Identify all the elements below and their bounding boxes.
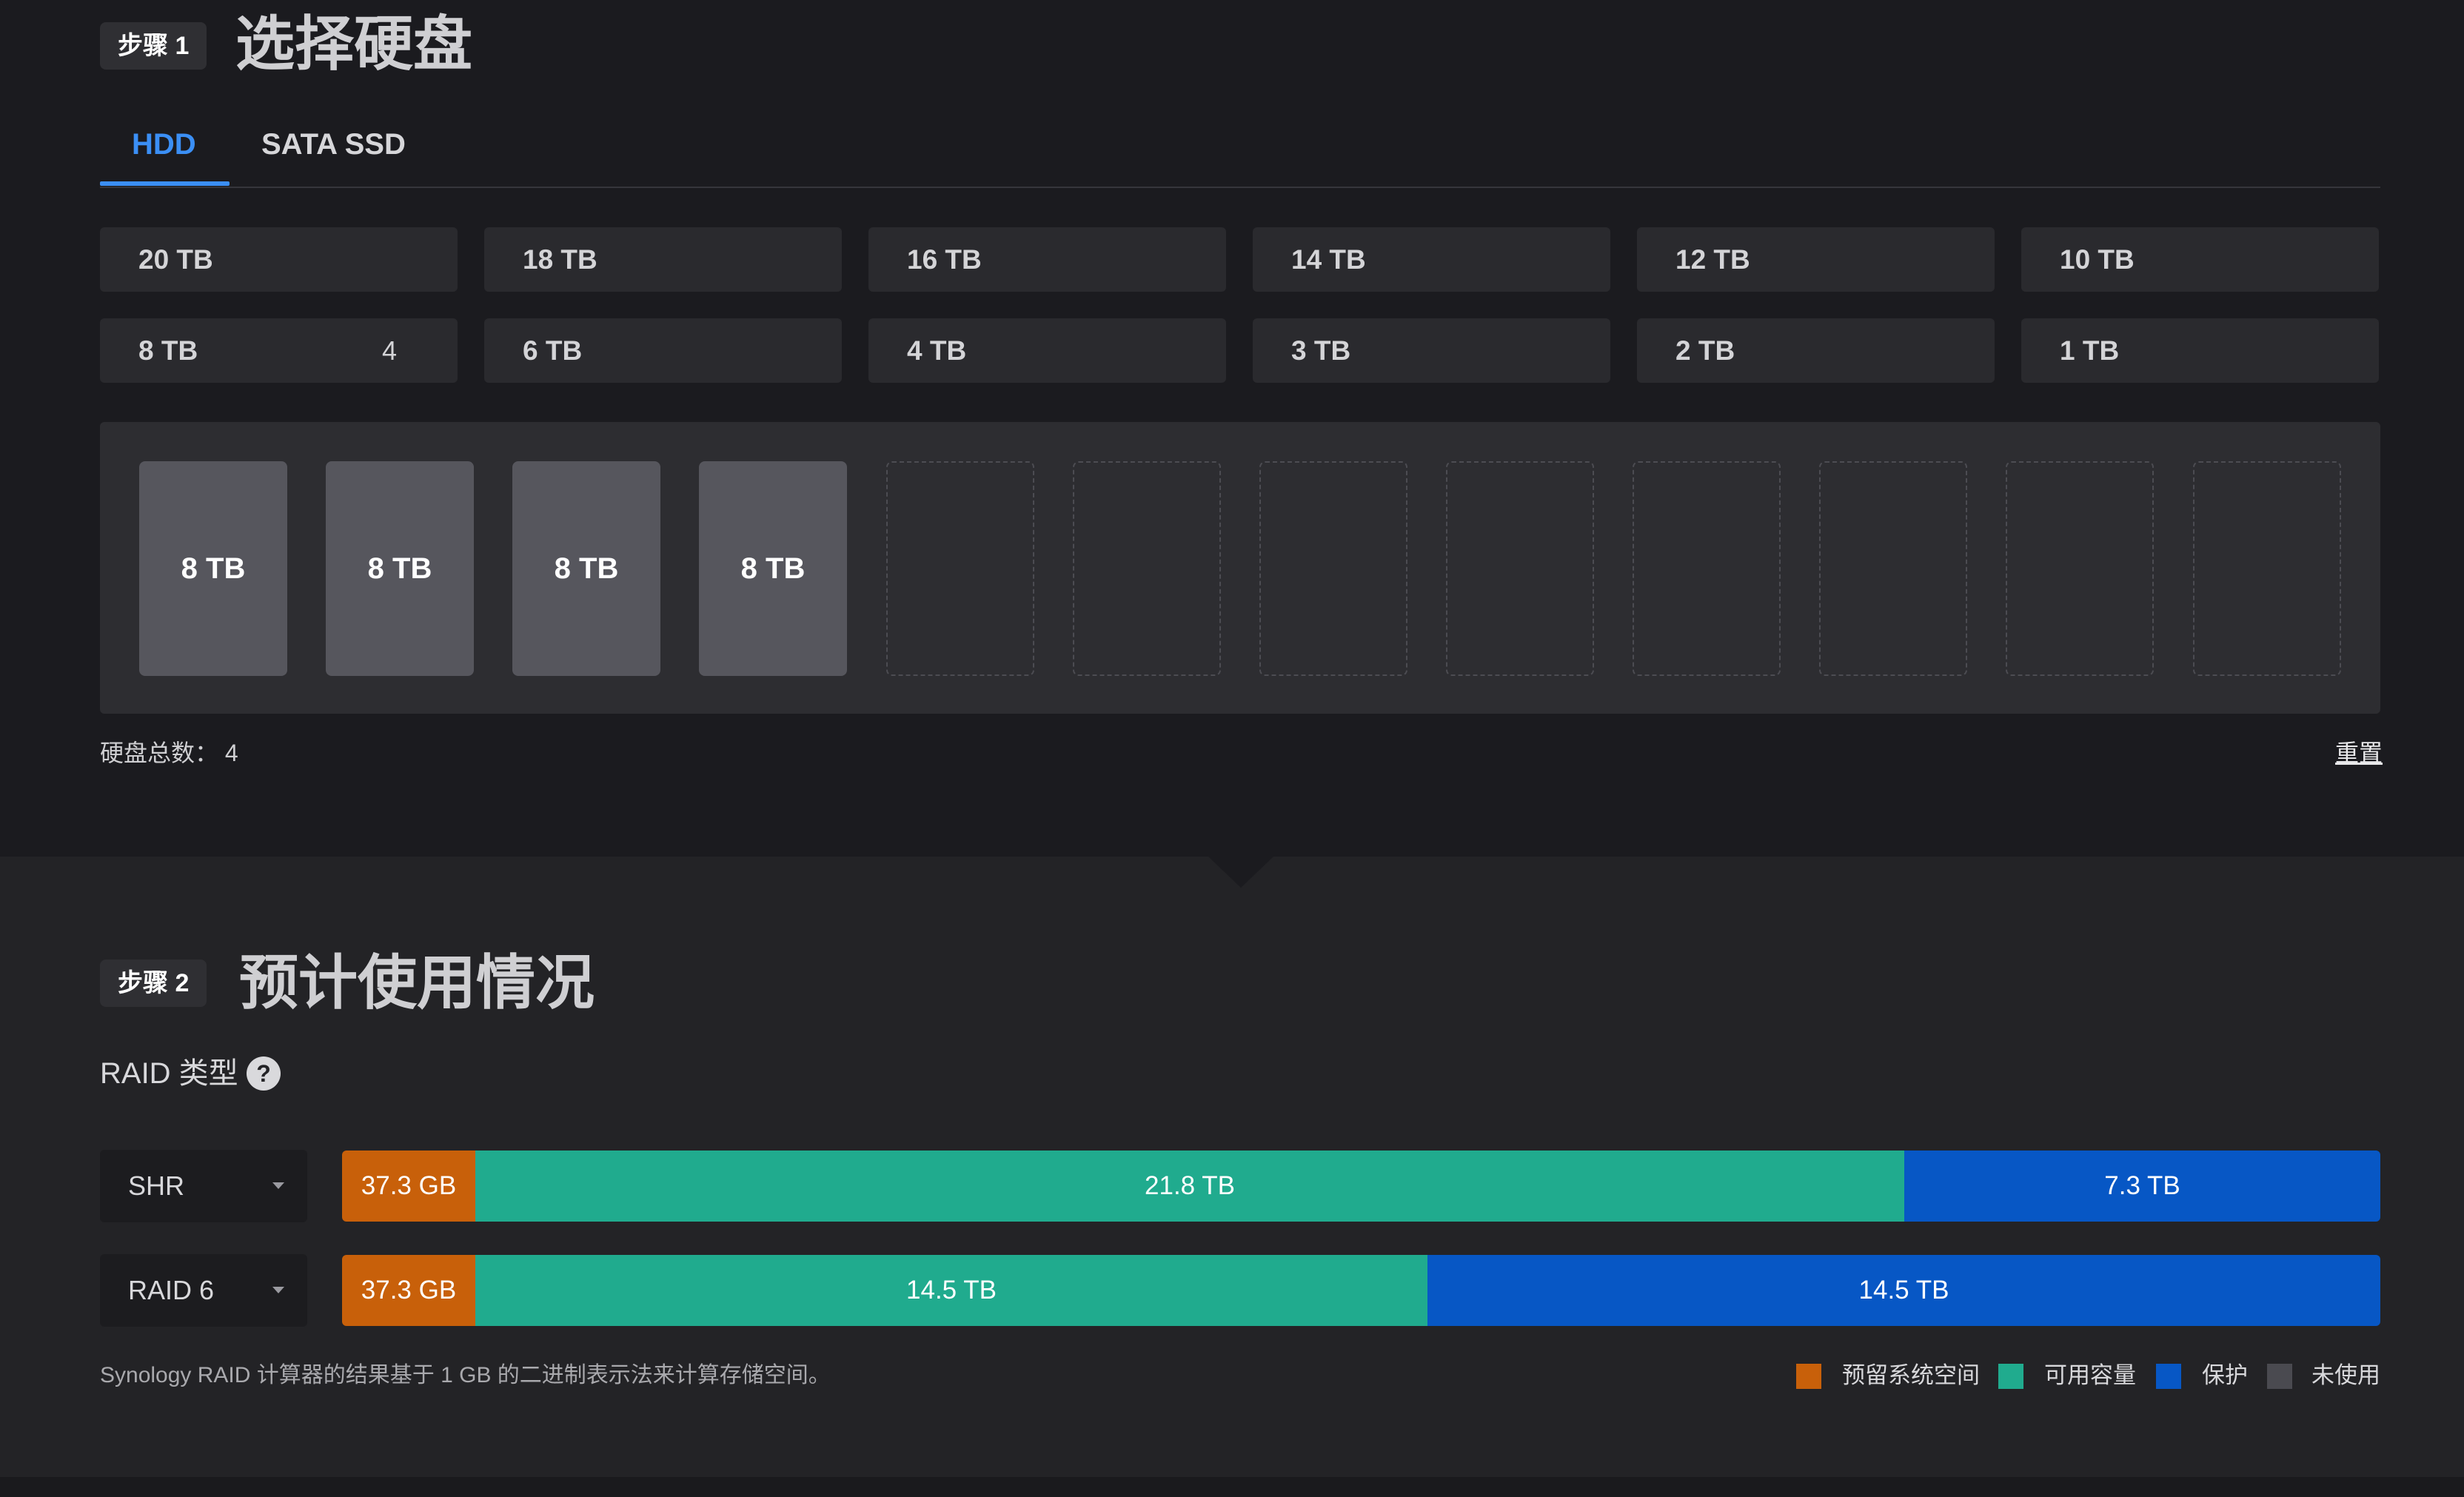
select-value: SHR <box>128 1171 185 1201</box>
drive-bay-empty <box>1073 461 1221 676</box>
available-capacity-segment: 14.5 TB <box>475 1255 1427 1326</box>
legend-label-available: 可用容量 <box>2044 1362 2136 1388</box>
drive-bay-panel: 8 TB 8 TB 8 TB 8 TB <box>100 422 2380 714</box>
active-tab-indicator <box>100 181 230 186</box>
capacity-label: 6 TB <box>523 335 583 366</box>
capacity-button-6tb[interactable]: 6 TB <box>484 318 842 383</box>
capacity-button-20tb[interactable]: 20 TB <box>100 227 458 292</box>
legend-swatch-available <box>1998 1364 2023 1389</box>
protection-segment: 14.5 TB <box>1427 1255 2380 1326</box>
usage-bar-raid6: 37.3 GB 14.5 TB 14.5 TB <box>342 1255 2380 1326</box>
capacity-count: 4 <box>381 335 397 366</box>
section-arrow <box>1208 857 1273 888</box>
raid-type-select-raid6[interactable]: RAID 6 <box>100 1254 307 1327</box>
capacity-button-2tb[interactable]: 2 TB <box>1637 318 1995 383</box>
capacity-label: 20 TB <box>138 244 213 275</box>
capacity-button-12tb[interactable]: 12 TB <box>1637 227 1995 292</box>
tab-sata-ssd[interactable]: SATA SSD <box>261 118 406 170</box>
tab-hdd[interactable]: HDD <box>132 118 196 170</box>
legend-label-system: 预留系统空间 <box>1842 1362 1980 1388</box>
capacity-label: 18 TB <box>523 244 597 275</box>
step2-badge: 步骤 2 <box>100 960 207 1007</box>
bay-capacity: 8 TB <box>554 552 619 585</box>
tab-divider <box>100 187 2380 188</box>
capacity-label: 4 TB <box>907 335 967 366</box>
drive-bay-filled[interactable]: 8 TB <box>699 461 847 676</box>
capacity-button-16tb[interactable]: 16 TB <box>868 227 1226 292</box>
drive-bay-empty <box>1446 461 1594 676</box>
protection-segment: 7.3 TB <box>1904 1151 2380 1222</box>
drive-bay-filled[interactable]: 8 TB <box>139 461 287 676</box>
capacity-label: 14 TB <box>1291 244 1366 275</box>
help-icon[interactable]: ? <box>247 1056 281 1091</box>
legend-swatch-unused <box>2267 1364 2292 1389</box>
capacity-label: 12 TB <box>1675 244 1750 275</box>
legend-swatch-system <box>1796 1364 1821 1389</box>
capacity-label: 16 TB <box>907 244 982 275</box>
drive-bay-empty <box>1633 461 1781 676</box>
capacity-button-8tb[interactable]: 8 TB 4 <box>100 318 458 383</box>
capacity-button-10tb[interactable]: 10 TB <box>2021 227 2379 292</box>
system-reserved-segment: 37.3 GB <box>342 1255 475 1326</box>
capacity-label: 2 TB <box>1675 335 1735 366</box>
capacity-button-14tb[interactable]: 14 TB <box>1253 227 1610 292</box>
usage-bar-shr: 37.3 GB 21.8 TB 7.3 TB <box>342 1151 2380 1222</box>
legend-swatch-protection <box>2156 1364 2181 1389</box>
chevron-down-icon <box>272 1182 284 1189</box>
step2-title: 预计使用情况 <box>239 950 595 1016</box>
chevron-down-icon <box>272 1287 284 1293</box>
capacity-label: 1 TB <box>2060 335 2120 366</box>
step1-badge: 步骤 1 <box>100 22 207 70</box>
bay-capacity: 8 TB <box>367 552 432 585</box>
bottom-strip <box>0 1477 2464 1497</box>
select-value: RAID 6 <box>128 1275 215 1305</box>
drive-bay-empty <box>2006 461 2154 676</box>
capacity-label: 3 TB <box>1291 335 1351 366</box>
raid-type-label: RAID 类型 <box>100 1057 238 1090</box>
step1-title: 选择硬盘 <box>235 11 472 77</box>
total-disks-label: 硬盘总数： 4 <box>100 740 238 766</box>
legend-label-protection: 保护 <box>2202 1362 2248 1388</box>
drive-bay-filled[interactable]: 8 TB <box>512 461 660 676</box>
reset-link[interactable]: 重置 <box>2335 737 2383 769</box>
capacity-button-18tb[interactable]: 18 TB <box>484 227 842 292</box>
drive-bay-empty <box>886 461 1034 676</box>
legend-label-unused: 未使用 <box>2311 1362 2380 1388</box>
drive-bay-empty <box>2193 461 2341 676</box>
capacity-button-4tb[interactable]: 4 TB <box>868 318 1226 383</box>
capacity-button-1tb[interactable]: 1 TB <box>2021 318 2379 383</box>
drive-bay-filled[interactable]: 8 TB <box>326 461 474 676</box>
available-capacity-segment: 21.8 TB <box>475 1151 1904 1222</box>
bay-capacity: 8 TB <box>181 552 246 585</box>
footnote: Synology RAID 计算器的结果基于 1 GB 的二进制表示法来计算存储… <box>100 1363 831 1387</box>
capacity-label: 10 TB <box>2060 244 2135 275</box>
capacity-button-3tb[interactable]: 3 TB <box>1253 318 1610 383</box>
raid-type-select-shr[interactable]: SHR <box>100 1150 307 1222</box>
drive-bay-empty <box>1259 461 1407 676</box>
bay-capacity: 8 TB <box>740 552 806 585</box>
capacity-label: 8 TB <box>138 335 198 366</box>
system-reserved-segment: 37.3 GB <box>342 1151 475 1222</box>
drive-bay-empty <box>1819 461 1967 676</box>
